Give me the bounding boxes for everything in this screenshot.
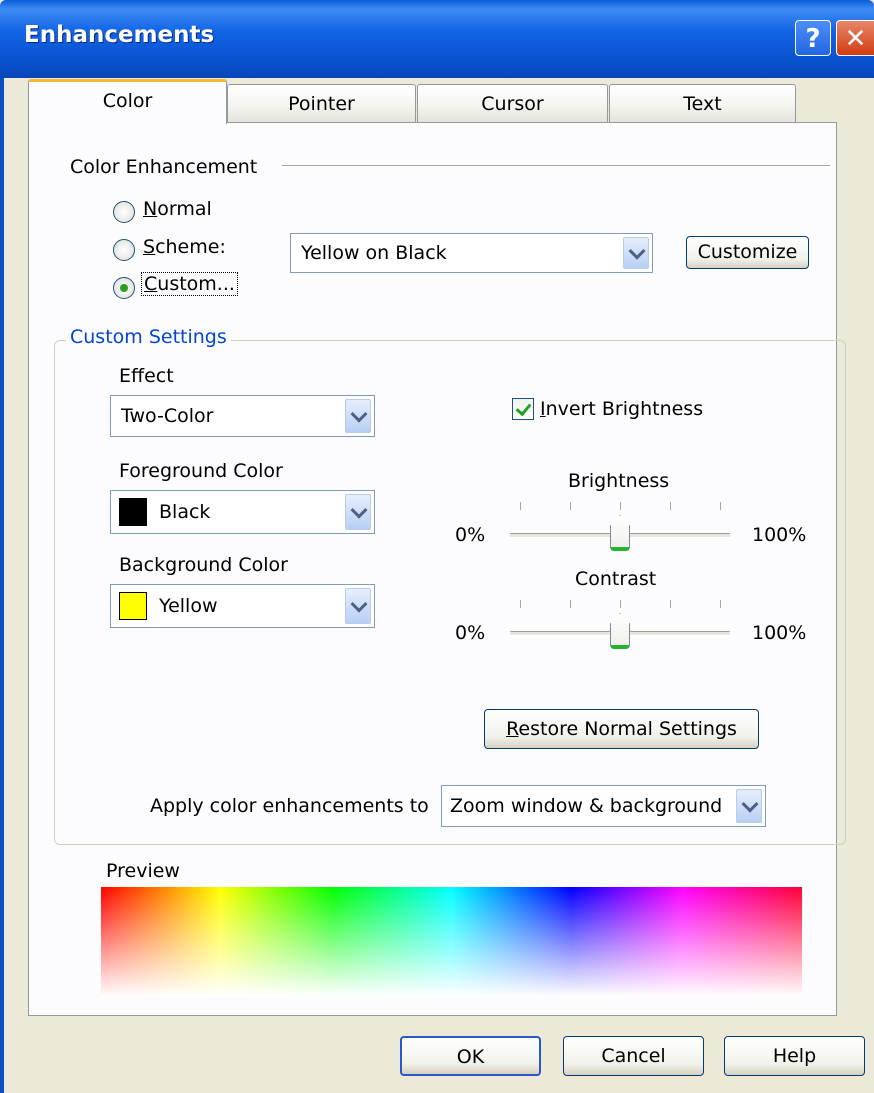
effect-label: Effect	[119, 365, 174, 387]
tick	[720, 600, 721, 608]
help-button[interactable]: Help	[724, 1036, 865, 1076]
tick	[620, 502, 621, 510]
scheme-value: Yellow on Black	[301, 242, 447, 264]
chevron-down-icon[interactable]	[345, 494, 371, 530]
contrast-min-label: 0%	[455, 622, 486, 644]
tick	[520, 502, 521, 510]
radio-custom[interactable]	[113, 277, 135, 299]
chevron-down-icon[interactable]	[345, 399, 371, 433]
tab-color-label: Color	[102, 90, 153, 112]
window-title: Enhancements	[24, 22, 215, 48]
tick	[720, 502, 721, 510]
background-color-label: Background Color	[119, 554, 288, 576]
customize-button[interactable]: Customize	[686, 236, 809, 269]
label-text: ustom...	[157, 273, 235, 295]
brightness-label: Brightness	[568, 470, 670, 492]
mnemonic: R	[506, 718, 519, 740]
ok-button[interactable]: OK	[400, 1036, 541, 1076]
radio-scheme-label[interactable]: Scheme:	[143, 236, 226, 258]
question-icon: ?	[805, 24, 821, 54]
foreground-swatch	[119, 498, 147, 526]
mnemonic: C	[144, 273, 158, 295]
close-icon: ✕	[844, 24, 867, 54]
tab-cursor[interactable]: Cursor	[417, 84, 608, 122]
restore-normal-settings-button[interactable]: Restore Normal Settings	[484, 709, 759, 749]
contrast-max-label: 100%	[752, 622, 807, 644]
heading-divider	[282, 165, 830, 166]
cancel-label: Cancel	[601, 1045, 666, 1067]
foreground-color-dropdown[interactable]: Black	[110, 490, 375, 534]
tab-pointer[interactable]: Pointer	[227, 84, 416, 122]
cancel-button[interactable]: Cancel	[563, 1036, 704, 1076]
tick	[570, 600, 571, 608]
apply-to-label: Apply color enhancements to	[150, 795, 429, 817]
tab-cursor-label: Cursor	[481, 93, 544, 115]
tab-pointer-label: Pointer	[288, 93, 355, 115]
tab-text-label: Text	[683, 93, 722, 115]
foreground-color-label: Foreground Color	[119, 460, 283, 482]
scheme-dropdown[interactable]: Yellow on Black	[290, 233, 653, 273]
radio-normal-label[interactable]: Normal	[143, 198, 212, 220]
preview-label: Preview	[106, 860, 180, 882]
help-title-button[interactable]: ?	[795, 20, 831, 56]
custom-settings-heading: Custom Settings	[66, 326, 231, 348]
chevron-down-icon[interactable]	[345, 588, 371, 624]
brightness-max-label: 100%	[752, 524, 807, 546]
label-text: ormal	[157, 198, 212, 220]
tick	[520, 600, 521, 608]
invert-brightness-checkbox[interactable]	[512, 398, 534, 420]
background-value: Yellow	[159, 595, 218, 617]
ok-label: OK	[456, 1046, 485, 1068]
label-text: nvert Brightness	[545, 398, 704, 420]
tick	[570, 502, 571, 510]
chevron-down-icon[interactable]	[623, 237, 649, 269]
effect-value: Two-Color	[121, 405, 214, 427]
tick	[620, 600, 621, 608]
radio-custom-label[interactable]: Custom...	[141, 272, 238, 296]
mnemonic: S	[143, 236, 156, 258]
apply-to-dropdown[interactable]: Zoom window & background	[441, 785, 766, 827]
brightness-min-label: 0%	[455, 524, 486, 546]
invert-brightness-label[interactable]: Invert Brightness	[540, 398, 703, 420]
effect-dropdown[interactable]: Two-Color	[110, 395, 375, 437]
close-button[interactable]: ✕	[836, 20, 874, 56]
tab-text[interactable]: Text	[609, 84, 796, 122]
restore-label: estore Normal Settings	[518, 718, 737, 740]
apply-to-value: Zoom window & background	[450, 795, 723, 817]
mnemonic: N	[143, 198, 158, 220]
tick	[670, 600, 671, 608]
background-color-dropdown[interactable]: Yellow	[110, 584, 375, 628]
customize-label: Customize	[697, 241, 798, 263]
radio-normal[interactable]	[113, 201, 135, 223]
chevron-down-icon[interactable]	[736, 789, 762, 823]
background-swatch	[119, 592, 147, 620]
label-text: cheme:	[155, 236, 226, 258]
foreground-value: Black	[159, 501, 211, 523]
contrast-label: Contrast	[575, 568, 657, 590]
window-frame-left	[0, 78, 4, 1093]
preview-gradient	[101, 887, 802, 997]
color-enhancement-heading: Color Enhancement	[70, 156, 258, 178]
tick	[670, 502, 671, 510]
tab-color[interactable]: Color	[28, 79, 227, 124]
radio-scheme[interactable]	[113, 239, 135, 261]
help-label: Help	[772, 1045, 817, 1067]
